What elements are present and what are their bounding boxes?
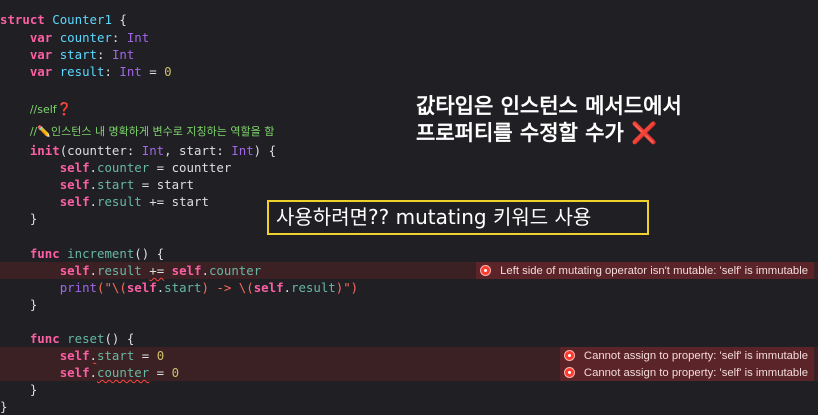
closing-brace: } [0,399,8,414]
type-name: Int [141,143,165,158]
self-keyword: self [59,348,90,363]
punctuation: ) { [253,143,277,158]
question-mark-icon: ❓ [56,101,73,116]
comment: 인스턴스 내 명확하게 변수로 지칭하는 역할을 함 [50,125,275,138]
self-keyword: self [59,194,90,209]
function-call: print [59,280,97,295]
property-name: result [97,194,142,209]
type-name: Counter1 [52,12,112,27]
error-text: Cannot assign to property: 'self' is imm… [583,349,808,362]
self-keyword: self [126,280,157,295]
code-line-19: func reset() { [0,330,818,347]
number-literal: 0 [171,365,180,380]
property-name: counter [59,30,112,45]
punctuation: () { [104,331,135,346]
init-params: (countter: [59,143,142,158]
mutating-callout: 사용하려면?? mutating 키워드 사용 [267,200,649,235]
closing-brace: } [29,382,38,397]
property-name: result [97,263,142,278]
error-text: Left side of mutating operator isn't mut… [500,264,808,277]
reset-start-error-message[interactable]: Cannot assign to property: 'self' is imm… [559,347,814,364]
code-line-10: self.start = start [59,177,194,192]
assignment: += start [141,194,209,209]
type-name: Int [231,143,254,158]
property-name: result [59,64,105,79]
keyword: var [29,64,53,79]
comment: //self [29,103,57,116]
code-line-2: var counter: Int [29,30,150,45]
function-name: reset [67,331,105,346]
property-name: result [291,280,336,295]
code-line-8: init(countter: Int, start: Int) { [0,142,818,159]
closing-brace: } [29,211,38,226]
keyword: var [29,47,53,62]
annotation-line: 프로퍼티를 수정할 수가 ❌ [416,120,682,147]
assignment: = start [134,177,194,192]
closing-brace: } [29,297,38,312]
init-params: , start: [164,143,232,158]
code-line-6: //self❓ [0,100,818,117]
function-name: increment [67,246,135,261]
self-keyword: self [59,160,90,175]
keyword: func [29,331,60,346]
keyword: struct [0,12,45,27]
error-circle-icon [563,367,575,378]
self-keyword: self [59,365,90,380]
punctuation: () { [134,246,165,261]
self-keyword: self [59,263,90,278]
code-line-23: } [0,398,818,415]
code-line-9: self.counter = countter [59,160,232,175]
self-keyword: self [253,280,284,295]
string-literal: )") [335,280,359,295]
self-keyword: self [171,263,202,278]
punctuation: { [111,12,127,27]
type-name: Int [126,30,150,45]
keyword: var [29,30,53,45]
pencil-icon: ✏️ [37,125,51,138]
code-line-14: func increment() { [0,245,818,262]
property-name: start [164,280,202,295]
property-name: start [97,348,135,363]
cross-mark-icon: ❌ [631,121,658,145]
code-line-4: var result: Int = 0 [29,64,172,79]
error-circle-icon [480,265,492,276]
annotation-note: 값타입은 인스턴스 메서드에서 프로퍼티를 수정할 수가 ❌ [416,93,682,147]
assignment: = countter [149,160,232,175]
property-name: counter [97,160,150,175]
code-line-1: struct Counter1 { [0,11,818,28]
property-name: start [59,47,98,62]
code-line-3: var start: Int [29,47,135,62]
type-name: Int [119,64,142,79]
error-operator: += [149,263,165,278]
type-name: Int [111,47,135,62]
error-circle-icon [563,350,575,361]
string-literal: ("\( [97,280,127,295]
self-keyword: self [59,177,90,192]
number-literal: 0 [164,64,172,79]
increment-error-message[interactable]: Left side of mutating operator isn't mut… [476,262,814,279]
number-literal: 0 [156,348,165,363]
string-literal: ) -> \( [201,280,254,295]
annotation-line: 값타입은 인스턴스 메서드에서 [416,94,682,118]
annotation-text: 프로퍼티를 수정할 수가 [416,121,624,145]
code-line-17: } [0,296,818,313]
keyword: func [29,246,60,261]
code-line-7: //✏️인스턴스 내 명확하게 변수로 지칭하는 역할을 함 [0,122,818,139]
reset-counter-error-message[interactable]: Cannot assign to property: 'self' is imm… [559,364,814,381]
code-line-22: } [0,381,818,398]
property-name: start [97,177,135,192]
property-name: counter [208,263,262,278]
code-line-16: print("\(self.start) -> \(self.result)") [59,280,359,295]
error-text: Cannot assign to property: 'self' is imm… [583,366,808,379]
property-name: counter [97,365,150,380]
keyword: init [29,143,60,158]
